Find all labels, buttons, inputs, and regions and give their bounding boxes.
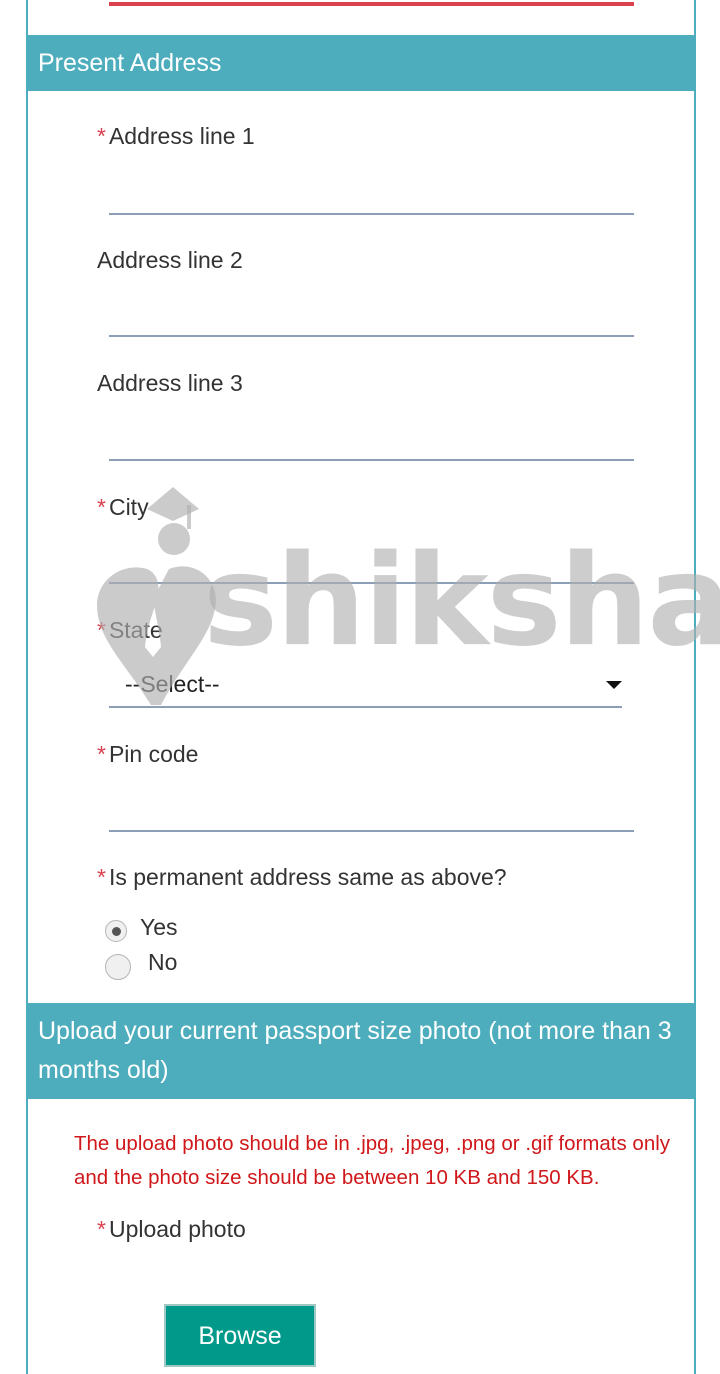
pin-code-input[interactable] <box>109 800 634 832</box>
radio-option-no[interactable]: No <box>105 944 177 980</box>
state-selected-value: --Select-- <box>125 671 220 697</box>
required-marker: * <box>97 864 106 890</box>
upload-photo-title: Upload your current passport size photo … <box>38 1017 672 1084</box>
required-marker: * <box>97 1216 106 1242</box>
address-line-3-label: Address line 3 <box>97 370 243 396</box>
previous-field-underline <box>109 2 634 6</box>
radio-no-label: No <box>148 948 178 975</box>
permanent-address-question: * Is permanent address same as above? <box>97 864 507 890</box>
radio-yes-button[interactable] <box>105 920 127 942</box>
upload-photo-label: * Upload photo <box>97 1216 246 1242</box>
required-marker: * <box>97 494 106 520</box>
state-label: * State <box>97 617 163 643</box>
radio-no-button[interactable] <box>105 954 131 980</box>
address-line-2-input[interactable] <box>109 305 634 337</box>
required-marker: * <box>97 741 106 767</box>
state-select[interactable]: --Select-- <box>109 668 622 708</box>
required-marker: * <box>97 617 106 643</box>
city-label: * City <box>97 494 149 520</box>
present-address-title: Present Address <box>38 49 222 77</box>
address-line-1-label: * Address line 1 <box>97 123 255 149</box>
address-line-1-input[interactable] <box>109 183 634 215</box>
upload-format-notice: The upload photo should be in .jpg, .jpe… <box>74 1132 671 1189</box>
address-line-3-input[interactable] <box>109 429 634 461</box>
radio-yes-label: Yes <box>140 913 178 940</box>
city-input[interactable] <box>109 552 634 584</box>
address-line-2-label: Address line 2 <box>97 247 243 273</box>
upload-photo-header: Upload your current passport size photo … <box>28 1003 694 1099</box>
required-marker: * <box>97 123 106 149</box>
pin-code-label: * Pin code <box>97 741 199 767</box>
radio-option-yes[interactable]: Yes <box>105 912 178 942</box>
dropdown-arrow-icon <box>606 681 622 689</box>
present-address-header: Present Address <box>28 35 694 91</box>
browse-button[interactable]: Browse <box>164 1304 316 1367</box>
